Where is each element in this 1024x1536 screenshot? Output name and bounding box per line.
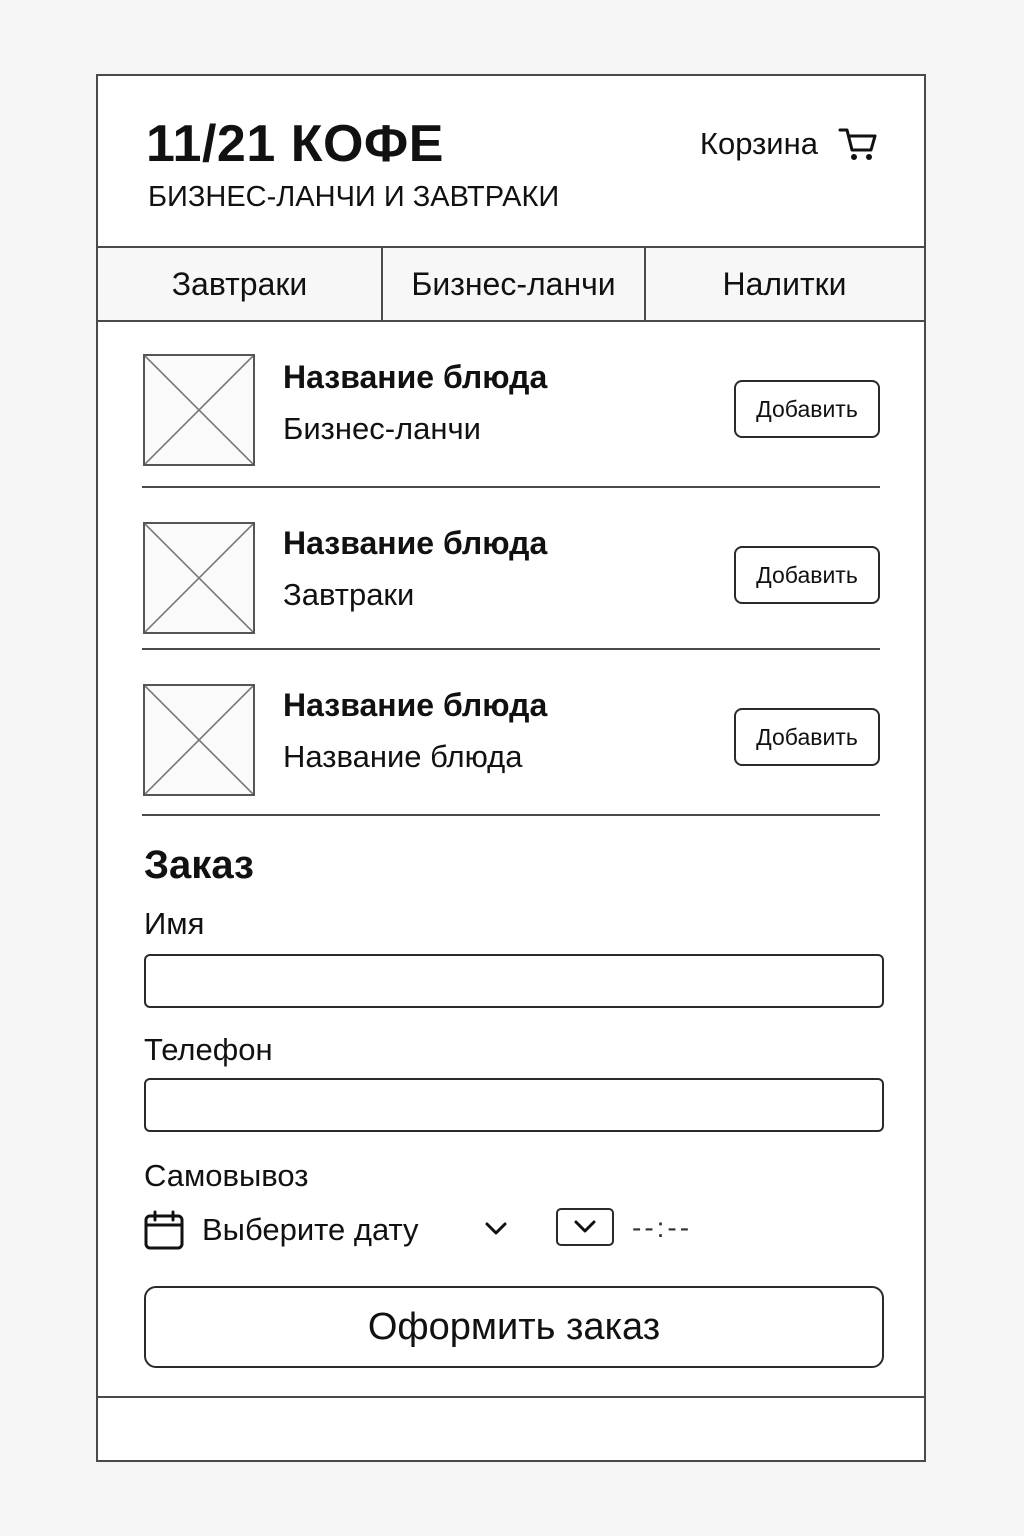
name-field[interactable] <box>144 954 884 1008</box>
image-placeholder-icon <box>143 684 255 796</box>
menu-item: Название блюда Бизнес-ланчи Добавить <box>142 322 880 488</box>
category-tabs: Завтраки Бизнес-ланчи Налитки <box>98 248 924 322</box>
date-picker[interactable]: Выберите дату <box>202 1210 419 1250</box>
dish-name: Название блюда <box>283 359 548 395</box>
pickup-row: Выберите дату --:-- <box>144 1206 884 1254</box>
chevron-down-icon <box>574 1220 596 1233</box>
image-placeholder-icon <box>143 354 255 466</box>
calendar-icon[interactable] <box>144 1210 184 1250</box>
cart-icon <box>838 128 877 160</box>
cart-button[interactable]: Корзина <box>700 124 878 164</box>
brand-subtitle: БИЗНЕС-ЛАНЧИ И ЗАВТРАКИ <box>148 181 560 213</box>
menu-list: Название блюда Бизнес-ланчи Добавить Наз… <box>142 322 880 816</box>
pickup-label: Самовывоз <box>144 1158 309 1193</box>
tab-business-lunches[interactable]: Бизнес-ланчи <box>381 248 644 320</box>
phone-label: Телефон <box>144 1032 273 1067</box>
dish-name: Название блюда <box>283 525 548 561</box>
header: 11/21 КОФЕ БИЗНЕС-ЛАНЧИ И ЗАВТРАКИ Корзи… <box>98 76 924 248</box>
time-select-button[interactable] <box>556 1208 614 1246</box>
chevron-down-icon[interactable] <box>482 1214 510 1242</box>
tab-drinks[interactable]: Налитки <box>644 248 923 320</box>
phone-field[interactable] <box>144 1078 884 1132</box>
dish-name: Название блюда <box>283 687 548 723</box>
footer <box>98 1396 924 1460</box>
add-button[interactable]: Добавить <box>734 708 880 766</box>
image-placeholder-icon <box>143 522 255 634</box>
add-button[interactable]: Добавить <box>734 380 880 438</box>
app-frame: 11/21 КОФЕ БИЗНЕС-ЛАНЧИ И ЗАВТРАКИ Корзи… <box>96 74 926 1462</box>
menu-item: Название блюда Название блюда Добавить <box>142 650 880 816</box>
dish-category: Бизнес-ланчи <box>283 411 481 446</box>
dish-category: Название блюда <box>283 739 523 774</box>
tab-breakfasts[interactable]: Завтраки <box>98 248 381 320</box>
menu-item: Название блюда Завтраки Добавить <box>142 488 880 650</box>
cart-label: Корзина <box>699 126 818 161</box>
name-label: Имя <box>144 906 205 941</box>
time-input[interactable]: --:-- <box>632 1212 692 1244</box>
dish-category: Завтраки <box>283 577 415 612</box>
add-button[interactable]: Добавить <box>734 546 880 604</box>
order-title: Заказ <box>144 843 254 887</box>
submit-order-button[interactable]: Оформить заказ <box>144 1286 884 1368</box>
brand-title: 11/21 КОФЕ <box>146 115 444 173</box>
